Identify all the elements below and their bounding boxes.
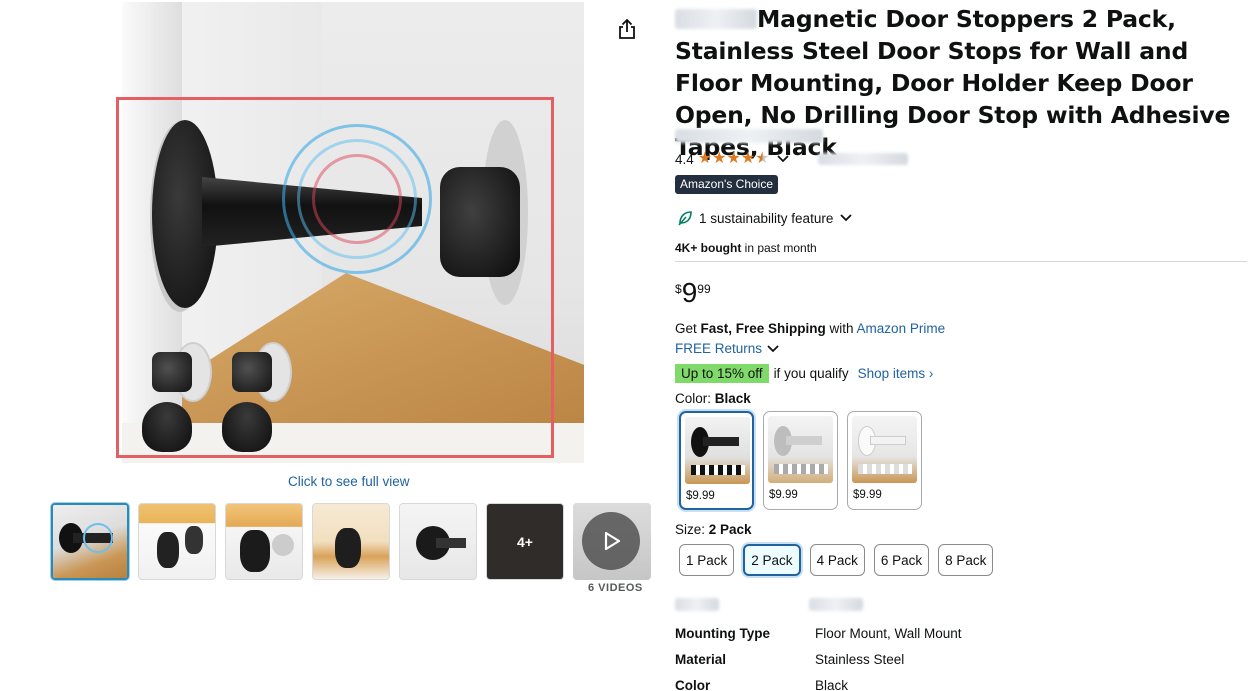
star-icon: ★	[712, 150, 727, 167]
product-specs: Mounting Type Floor Mount, Wall Mount Ma…	[675, 620, 962, 691]
thumbnail-6[interactable]: 4+	[486, 503, 564, 580]
ratings-count-blurred[interactable]	[817, 153, 908, 165]
star-half-icon: ★	[755, 150, 770, 167]
leaf-icon	[678, 211, 692, 226]
swatch-image	[685, 417, 750, 484]
swatch-price: $9.99	[686, 490, 715, 502]
size-label-prefix: Size:	[675, 522, 709, 537]
sustainability-feature[interactable]: 1 sustainability feature	[677, 210, 853, 226]
shipping-prefix: Get	[675, 321, 701, 336]
price: $ 9 99	[675, 277, 711, 309]
color-label-prefix: Color:	[675, 391, 715, 406]
sustainability-label: 1 sustainability feature	[699, 210, 834, 226]
brand-key-blurred	[675, 598, 719, 611]
size-label: Size: 2 Pack	[675, 522, 752, 537]
size-option-2-pack[interactable]: 2 Pack	[743, 544, 801, 576]
size-selected-value: 2 Pack	[708, 522, 752, 537]
color-selected-value: Black	[714, 391, 751, 406]
brand-name-blurred[interactable]	[675, 9, 757, 29]
thumbnail-5[interactable]	[399, 503, 477, 580]
videos-count-label[interactable]: 6 VIDEOS	[588, 582, 643, 594]
image-small-stopper	[142, 342, 212, 452]
star-icon: ★	[726, 150, 741, 167]
swatch-image	[852, 416, 917, 483]
shipping-info: Get Fast, Free Shipping with Amazon Prim…	[675, 321, 945, 336]
chevron-down-icon	[767, 344, 779, 352]
main-product-image[interactable]	[122, 2, 584, 463]
size-option-4-pack[interactable]: 4 Pack	[809, 544, 865, 576]
free-returns-link[interactable]: FREE Returns	[675, 341, 780, 356]
free-returns-label: FREE Returns	[675, 341, 763, 356]
star-icon: ★	[697, 150, 713, 167]
swatch-price: $9.99	[853, 489, 882, 501]
promo-row: Up to 15% off if you qualify Shop items …	[675, 364, 933, 383]
spec-value: Black	[815, 677, 849, 691]
chevron-down-icon	[840, 214, 852, 222]
image-small-stopper	[222, 342, 292, 452]
image-magnet-ring	[312, 154, 402, 244]
bought-count: 4K+ bought	[675, 241, 742, 255]
bought-in-past-month: 4K+ bought in past month	[675, 241, 817, 255]
color-swatch-white[interactable]: $9.99	[847, 411, 922, 510]
color-swatches: $9.99 $9.99 $9.99	[679, 411, 922, 510]
size-option-6-pack[interactable]: 6 Pack	[873, 544, 930, 576]
thumbnail-strip: 4+	[51, 503, 651, 580]
amazon-prime-link[interactable]: Amazon Prime	[857, 321, 946, 336]
star-rating[interactable]: ★ ★ ★ ★ ★	[698, 151, 770, 167]
share-button[interactable]	[614, 16, 640, 42]
shop-items-link[interactable]: Shop items ›	[858, 366, 934, 381]
shipping-mid: with	[825, 321, 857, 336]
swatch-price: $9.99	[769, 489, 798, 501]
thumbnail-1[interactable]	[51, 503, 129, 580]
size-option-8-pack[interactable]: 8 Pack	[938, 544, 994, 576]
more-images-count: 4+	[517, 533, 533, 550]
spec-row: Material Stainless Steel	[675, 646, 962, 672]
size-option-1-pack[interactable]: 1 Pack	[679, 544, 735, 576]
shipping-bold: Fast, Free Shipping	[700, 321, 826, 336]
spec-value: Stainless Steel	[815, 651, 905, 667]
size-options: 1 Pack 2 Pack 4 Pack 6 Pack 8 Pack	[679, 544, 994, 576]
full-view-link[interactable]: Click to see full view	[288, 474, 410, 489]
spec-row: Color Black	[675, 672, 962, 691]
chevron-down-icon[interactable]	[776, 154, 790, 164]
thumbnail-2[interactable]	[138, 503, 216, 580]
bought-period: in past month	[741, 241, 817, 255]
color-swatch-black[interactable]: $9.99	[679, 411, 754, 510]
discount-badge: Up to 15% off	[675, 364, 769, 383]
amazons-choice-badge[interactable]: Amazon's Choice	[675, 175, 778, 194]
play-icon	[582, 512, 640, 570]
thumbnail-4[interactable]	[312, 503, 390, 580]
star-icon: ★	[740, 150, 756, 167]
rating-row: 4.4 ★ ★ ★ ★ ★	[675, 151, 908, 167]
image-door-magnet	[440, 167, 520, 277]
color-swatch-silver[interactable]: $9.99	[763, 411, 838, 510]
price-fraction: 99	[697, 282, 711, 296]
share-icon	[619, 18, 635, 39]
price-whole: 9	[681, 277, 698, 308]
color-label: Color: Black	[675, 391, 751, 406]
brand-value-blurred	[809, 598, 863, 611]
spec-key: Color	[675, 677, 711, 691]
promo-text: if you qualify	[773, 366, 849, 381]
thumbnail-3[interactable]	[225, 503, 303, 580]
divider	[675, 261, 1247, 262]
spec-row: Mounting Type Floor Mount, Wall Mount	[675, 620, 962, 646]
store-link-blurred[interactable]	[675, 129, 823, 143]
price-symbol: $	[675, 282, 682, 296]
swatch-image	[768, 416, 833, 483]
spec-key: Mounting Type	[675, 625, 770, 641]
video-thumbnail[interactable]	[573, 503, 651, 580]
spec-value: Floor Mount, Wall Mount	[815, 625, 962, 641]
spec-key: Material	[675, 651, 727, 667]
rating-value: 4.4	[675, 151, 694, 167]
